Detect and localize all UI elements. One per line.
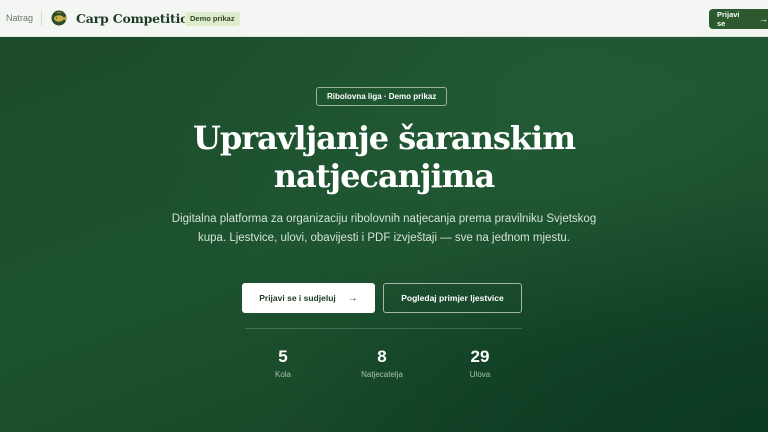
stat-competitors: 8 Natjecatelja — [347, 347, 417, 379]
hero-section: Ribolovna liga · Demo prikaz Upravljanje… — [0, 37, 768, 432]
stat-label: Natjecatelja — [361, 370, 403, 379]
stat-value: 5 — [278, 347, 288, 366]
stat-value: 29 — [470, 347, 490, 366]
headline-line-2: natjecanjima — [273, 157, 496, 195]
stat-rounds: 5 Kola — [248, 347, 318, 379]
view-leaderboard-button[interactable]: Pogledaj primjer ljestvice — [383, 283, 522, 313]
demo-badge: Demo prikaz — [185, 12, 240, 26]
view-leaderboard-label: Pogledaj primjer ljestvice — [401, 293, 504, 303]
carp-fish-logo-icon — [51, 10, 67, 26]
login-button-label: Prijavi se — [717, 10, 740, 28]
stat-label: Ulova — [469, 370, 491, 379]
league-pill: Ribolovna liga · Demo prikaz — [316, 87, 448, 106]
hero-description: Digitalna platforma za organizaciju ribo… — [171, 213, 597, 244]
stat-label: Kola — [274, 370, 291, 379]
headline-line-1: Upravljanje šaranskim — [192, 119, 576, 157]
top-navigation-bar: Natrag Carp Competitions Demo prikaz Pri… — [0, 0, 768, 37]
stat-value: 8 — [377, 347, 387, 366]
back-link[interactable]: Natrag — [6, 13, 33, 23]
stat-catches: 29 Ulova — [445, 347, 515, 379]
join-button-label: Prijavi se i sudjeluj — [259, 293, 336, 303]
login-button[interactable]: Prijavi se → — [709, 9, 768, 29]
stats-divider — [245, 328, 522, 329]
hero-headline: Upravljanje šaranskim natjecanjima — [0, 119, 768, 195]
arrow-right-icon: → — [759, 14, 768, 24]
topbar-divider — [41, 11, 42, 26]
arrow-right-icon: → — [347, 292, 358, 304]
join-button[interactable]: Prijavi se i sudjeluj → — [242, 283, 375, 313]
